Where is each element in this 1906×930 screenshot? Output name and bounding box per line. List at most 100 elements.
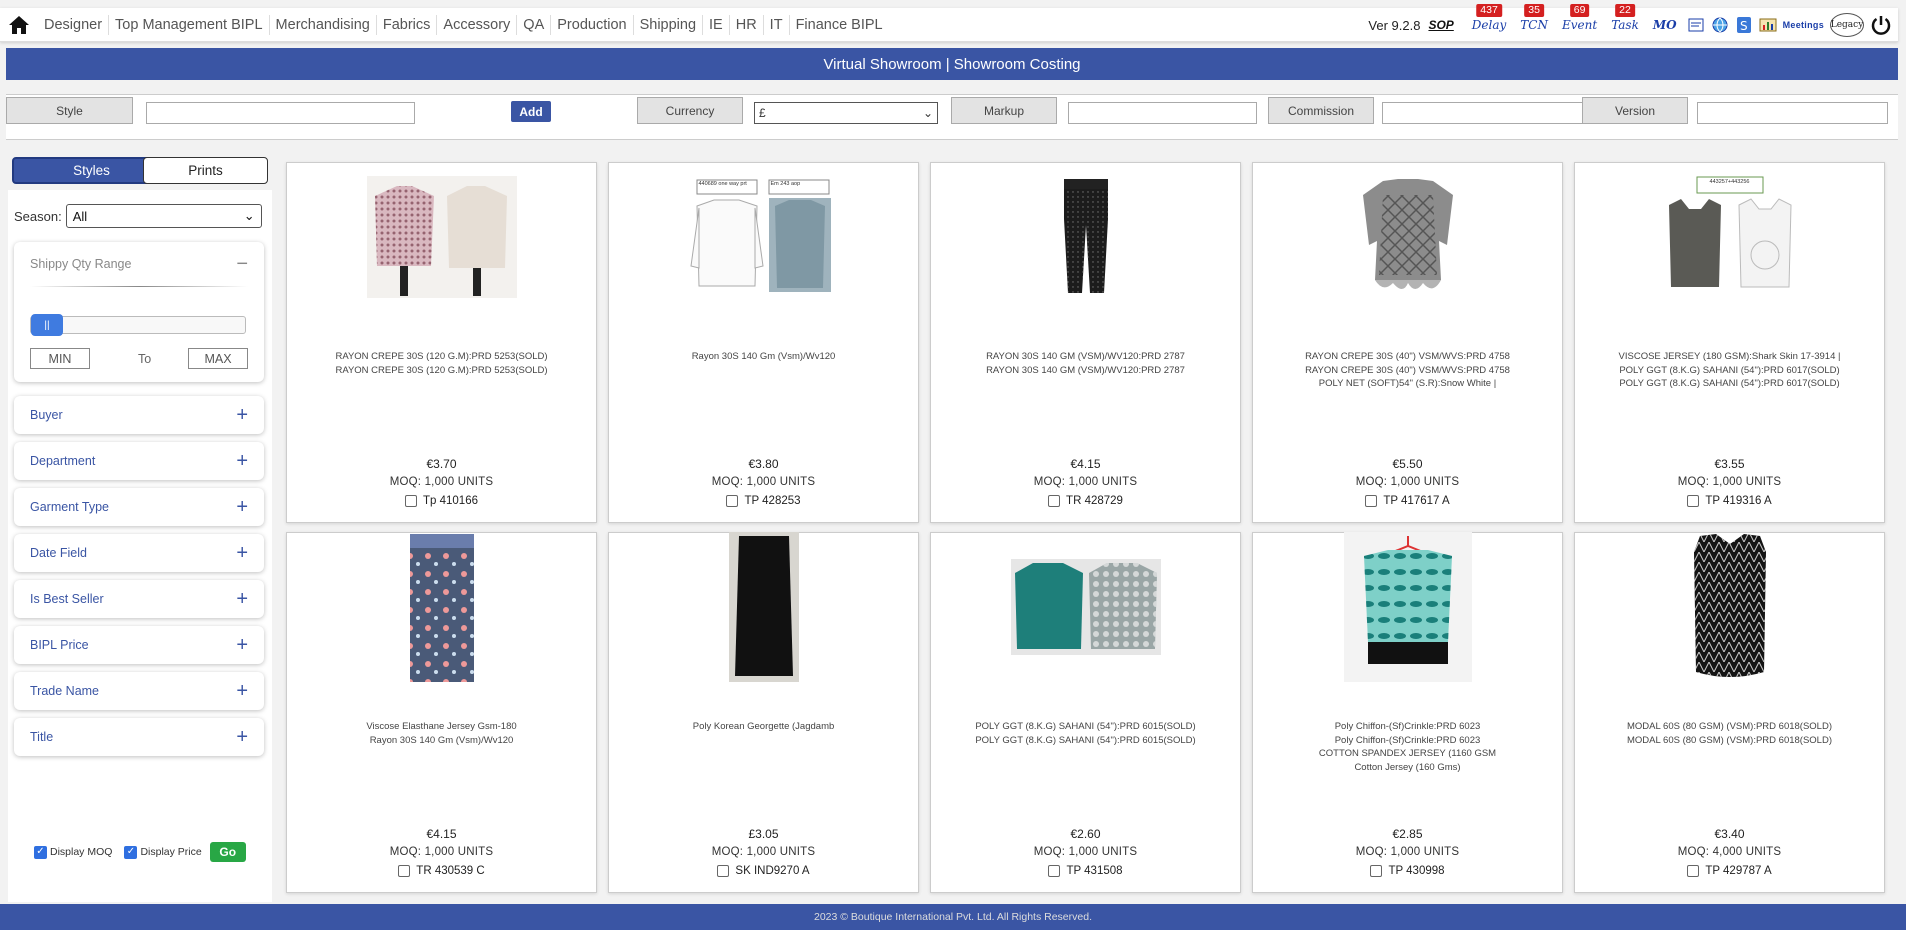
event-link[interactable]: 69 Event xyxy=(1558,4,1601,32)
panel-trade-name[interactable]: Trade Name + xyxy=(14,672,264,710)
panel-header[interactable]: Title + xyxy=(14,718,264,756)
product-image[interactable]: 443257+443256 xyxy=(1655,175,1805,299)
expand-icon[interactable]: + xyxy=(236,680,248,703)
product-image[interactable] xyxy=(1046,175,1126,299)
select-checkbox[interactable] xyxy=(1048,495,1061,507)
select-checkbox[interactable] xyxy=(717,865,730,877)
panel-header[interactable]: Department + xyxy=(14,442,264,480)
expand-icon[interactable]: + xyxy=(236,404,248,427)
menu-item-ie[interactable]: IE xyxy=(703,14,730,35)
select-checkbox[interactable] xyxy=(1687,495,1700,507)
product-card[interactable]: Viscose Elasthane Jersey Gsm-180 Rayon 30… xyxy=(286,532,597,893)
product-card[interactable]: RAYON CREPE 30S (40") VSM/WVS:PRD 4758 RA… xyxy=(1252,162,1563,523)
product-image[interactable] xyxy=(1010,545,1161,669)
select-checkbox[interactable] xyxy=(1370,865,1383,877)
display-moq-checkbox[interactable] xyxy=(34,845,47,859)
max-input[interactable]: MAX xyxy=(188,348,248,369)
select-checkbox[interactable] xyxy=(1687,865,1700,877)
min-input[interactable]: MIN xyxy=(30,348,90,369)
menu-item-shipping[interactable]: Shipping xyxy=(634,14,704,35)
panel-header[interactable]: Trade Name + xyxy=(14,672,264,710)
product-card[interactable]: Poly Chiffon-(Sf)Crinkle:PRD 6023 Poly Ch… xyxy=(1252,532,1563,893)
panel-header[interactable]: Buyer + xyxy=(14,396,264,434)
go-button[interactable]: Go xyxy=(209,842,246,862)
product-card[interactable]: RAYON 30S 140 GM (VSM)/WV120:PRD 2787 RAY… xyxy=(930,162,1241,523)
notes-icon[interactable] xyxy=(1687,16,1705,34)
product-image[interactable] xyxy=(404,534,480,682)
tab-prints[interactable]: Prints xyxy=(143,157,268,184)
panel-buyer[interactable]: Buyer + xyxy=(14,396,264,434)
menu-item-qa[interactable]: QA xyxy=(517,14,552,35)
meetings-link[interactable]: Meetings xyxy=(1783,20,1824,30)
home-icon[interactable] xyxy=(0,8,38,42)
select-checkbox[interactable] xyxy=(726,495,739,507)
select-checkbox[interactable] xyxy=(405,495,417,507)
product-image[interactable] xyxy=(1684,534,1776,677)
product-card[interactable]: Poly Korean Georgette (Jagdamb £3.05 MOQ: … xyxy=(608,532,919,893)
menu-item-it[interactable]: IT xyxy=(764,14,790,35)
expand-icon[interactable]: + xyxy=(236,634,248,657)
product-grid: RAYON CREPE 30S (120 G.M):PRD 5253(SOLD)… xyxy=(286,162,1886,893)
menu-item-top-management-bipl[interactable]: Top Management BIPL xyxy=(109,14,270,35)
qty-range-header[interactable]: Shippy Qty Range − xyxy=(14,242,264,286)
menu-item-merchandising[interactable]: Merchandising xyxy=(270,14,377,35)
collapse-icon[interactable]: − xyxy=(236,253,248,276)
task-link[interactable]: 22 Task xyxy=(1607,4,1643,32)
select-checkbox[interactable] xyxy=(398,865,411,877)
menu-item-finance-bipl[interactable]: Finance BIPL xyxy=(790,15,889,35)
qty-range-slider[interactable]: || xyxy=(30,314,246,336)
menu-item-accessory[interactable]: Accessory xyxy=(437,14,518,35)
product-card[interactable]: POLY GGT (8.K.G) SAHANI (54"):PRD 6015(S… xyxy=(930,532,1241,893)
panel-header[interactable]: Is Best Seller + xyxy=(14,580,264,618)
expand-icon[interactable]: + xyxy=(236,588,248,611)
product-price: €2.85 xyxy=(1392,827,1423,841)
markup-input[interactable] xyxy=(1068,102,1257,124)
product-image[interactable]: 440689 one way prt Em 243 aop xyxy=(689,175,839,299)
menu-item-hr[interactable]: HR xyxy=(730,14,764,35)
panel-header[interactable]: Garment Type + xyxy=(14,488,264,526)
globe-icon[interactable] xyxy=(1711,16,1729,34)
legacy-button[interactable]: Legacy xyxy=(1830,13,1864,37)
menu-item-designer[interactable]: Designer xyxy=(38,14,110,35)
product-card[interactable]: 440689 one way prt Em 243 aop Rayon 30S 14… xyxy=(608,162,919,523)
delay-link[interactable]: 437 Delay xyxy=(1468,4,1511,32)
menu-item-fabrics[interactable]: Fabrics xyxy=(377,14,438,35)
season-select[interactable]: All ⌄ xyxy=(65,204,262,228)
product-card[interactable]: 443257+443256 VISCOSE JERSEY (180 GSM):Sh… xyxy=(1574,162,1885,523)
product-card[interactable]: MODAL 60S (80 GSM) (VSM):PRD 6018(SOLD) M… xyxy=(1574,532,1885,893)
product-image[interactable] xyxy=(1353,175,1463,299)
select-checkbox[interactable] xyxy=(1048,865,1061,877)
power-icon[interactable] xyxy=(1870,14,1892,36)
commission-input[interactable] xyxy=(1382,102,1608,124)
display-price-checkbox[interactable] xyxy=(124,845,138,859)
currency-select[interactable]: £ ⌄ xyxy=(754,102,938,124)
panel-header[interactable]: Date Field + xyxy=(14,534,264,572)
mo-link[interactable]: MO xyxy=(1649,18,1681,32)
panel-is-best-seller[interactable]: Is Best Seller + xyxy=(14,580,264,618)
expand-icon[interactable]: + xyxy=(236,542,248,565)
panel-title[interactable]: Title + xyxy=(14,718,264,756)
expand-icon[interactable]: + xyxy=(236,726,248,749)
panel-date-field[interactable]: Date Field + xyxy=(14,534,264,572)
product-image[interactable] xyxy=(728,532,799,682)
expand-icon[interactable]: + xyxy=(236,450,248,473)
product-card[interactable]: RAYON CREPE 30S (120 G.M):PRD 5253(SOLD)… xyxy=(286,162,597,523)
expand-icon[interactable]: + xyxy=(236,496,248,519)
tcn-link[interactable]: 35 TCN xyxy=(1516,4,1552,32)
panel-department[interactable]: Department + xyxy=(14,442,264,480)
slider-handle[interactable]: || xyxy=(31,314,63,336)
version-input[interactable] xyxy=(1697,102,1888,124)
panel-garment-type[interactable]: Garment Type + xyxy=(14,488,264,526)
add-button[interactable]: Add xyxy=(511,101,551,122)
chart-icon[interactable] xyxy=(1759,16,1777,34)
sop-link[interactable]: SOP xyxy=(1428,18,1453,32)
s-badge-icon[interactable]: S xyxy=(1735,16,1753,34)
product-image[interactable] xyxy=(1343,532,1472,682)
menu-item-production[interactable]: Production xyxy=(551,14,634,35)
panel-bipl-price[interactable]: BIPL Price + xyxy=(14,626,264,664)
display-moq-label: Display MOQ xyxy=(50,846,113,858)
panel-header[interactable]: BIPL Price + xyxy=(14,626,264,664)
product-image[interactable] xyxy=(366,175,517,299)
style-input[interactable] xyxy=(146,102,415,124)
select-checkbox[interactable] xyxy=(1365,495,1378,507)
